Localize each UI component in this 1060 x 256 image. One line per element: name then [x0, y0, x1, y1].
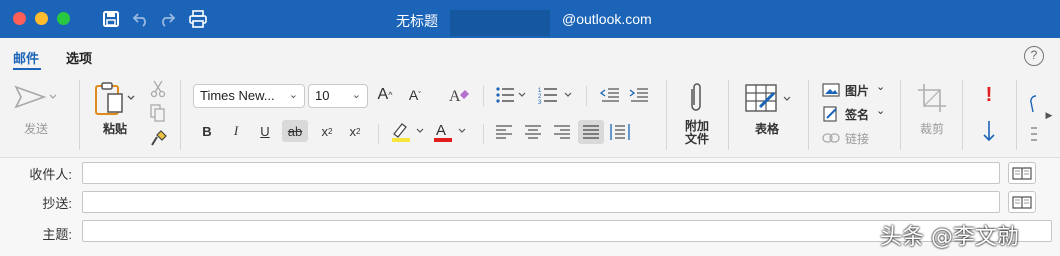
copy-icon[interactable]: [149, 104, 167, 122]
attach-file-label: 附加 文件: [685, 120, 709, 146]
cut-icon[interactable]: [149, 80, 167, 98]
highlight-icon[interactable]: [390, 120, 428, 144]
table-icon[interactable]: [744, 82, 794, 116]
redo-icon[interactable]: [157, 9, 177, 29]
bullets-icon[interactable]: [495, 84, 527, 106]
svg-text:A: A: [449, 88, 461, 105]
ribbon-separator: [962, 80, 963, 150]
title-bar: 无标题 @outlook.com: [0, 0, 1060, 38]
crop-label: 裁剪: [920, 122, 945, 136]
font-size-select[interactable]: 10 ⌄: [308, 84, 368, 108]
highlight-color-swatch: [392, 138, 410, 142]
link-icon[interactable]: [821, 129, 841, 147]
to-field[interactable]: [82, 162, 1000, 184]
ribbon-separator: [728, 80, 729, 150]
ribbon-separator: [483, 124, 484, 144]
account-email: @outlook.com: [562, 11, 652, 27]
send-label: 发送: [24, 122, 49, 136]
address-book-icon[interactable]: [1008, 162, 1036, 184]
ribbon-scroll-right-icon[interactable]: ▶: [1042, 108, 1056, 122]
send-icon[interactable]: [12, 82, 56, 112]
to-label: 收件人:: [29, 167, 72, 182]
watermark: 头条 @李文勍: [880, 225, 1019, 250]
font-size-value: 10: [315, 88, 330, 103]
chevron-down-icon[interactable]: ⌄: [876, 104, 885, 117]
svg-text:3: 3: [538, 100, 542, 105]
ribbon-separator: [378, 124, 379, 144]
chevron-down-icon: ⌄: [351, 89, 361, 101]
ribbon-separator: [666, 80, 667, 150]
active-tab-indicator: [13, 68, 41, 70]
undo-icon[interactable]: [131, 9, 151, 29]
font-color-icon[interactable]: A: [432, 120, 470, 144]
grow-font-glyph: A: [377, 86, 389, 103]
crop-icon[interactable]: [914, 82, 950, 114]
print-icon[interactable]: [188, 9, 208, 29]
overflow-tool-icon[interactable]: [1026, 88, 1040, 148]
paste-label: 粘贴: [103, 122, 128, 136]
superscript-button[interactable]: x2: [344, 120, 366, 142]
ribbon-separator: [1016, 80, 1017, 150]
tab-mail[interactable]: 邮件: [13, 48, 39, 67]
window-title: 无标题: [396, 13, 438, 29]
signature-label[interactable]: 签名: [845, 106, 869, 123]
font-name-select[interactable]: Times New... ⌄: [193, 84, 305, 108]
increase-indent-icon[interactable]: [628, 84, 650, 106]
tab-options[interactable]: 选项: [66, 48, 92, 67]
chevron-down-icon: ⌄: [288, 89, 298, 101]
paperclip-icon[interactable]: [684, 80, 708, 116]
cc-field[interactable]: [82, 191, 1000, 213]
font-color-swatch: [434, 138, 452, 142]
table-label: 表格: [755, 122, 780, 136]
justify-icon[interactable]: [578, 120, 604, 144]
clear-formatting-icon[interactable]: A: [447, 84, 471, 106]
picture-icon[interactable]: [821, 81, 841, 99]
minimize-window-button[interactable]: [35, 12, 48, 25]
shrink-font-button[interactable]: Aˇ: [404, 84, 426, 106]
underline-button[interactable]: U: [255, 120, 275, 142]
format-painter-icon[interactable]: [149, 128, 169, 148]
close-window-button[interactable]: [13, 12, 26, 25]
decrease-indent-icon[interactable]: [599, 84, 621, 106]
grow-font-button[interactable]: A ^: [374, 84, 396, 106]
strikethrough-button[interactable]: ab: [282, 120, 308, 142]
align-right-icon[interactable]: [552, 122, 572, 142]
svg-text:A: A: [436, 122, 446, 139]
attach-file-label-line1: 附加: [685, 119, 710, 133]
italic-button[interactable]: I: [226, 120, 246, 142]
ribbon-tab-bar: 邮件 选项 ?: [0, 38, 1060, 74]
distributed-align-icon[interactable]: [608, 122, 632, 142]
help-button[interactable]: ?: [1024, 46, 1044, 66]
paste-icon[interactable]: [92, 80, 138, 116]
save-icon[interactable]: [101, 9, 121, 29]
superscript-mark: 2: [356, 126, 361, 136]
align-center-icon[interactable]: [523, 122, 543, 142]
low-importance-icon[interactable]: [980, 118, 998, 144]
font-name-value: Times New...: [200, 88, 275, 103]
ribbon-separator: [180, 80, 181, 150]
ribbon-separator: [79, 80, 80, 150]
redacted-region: [450, 10, 550, 36]
subject-label: 主题:: [42, 227, 72, 242]
zoom-window-button[interactable]: [57, 12, 70, 25]
ribbon-separator: [586, 86, 587, 106]
bold-button[interactable]: B: [197, 120, 217, 142]
signature-icon[interactable]: [821, 105, 841, 123]
chevron-down-icon[interactable]: ⌄: [876, 80, 885, 93]
link-label: 链接: [845, 132, 870, 146]
ribbon-separator: [483, 86, 484, 106]
ribbon-separator: [900, 80, 901, 150]
picture-label[interactable]: 图片: [845, 82, 869, 99]
attach-file-label-line2: 文件: [685, 132, 710, 146]
ribbon: 发送 粘贴 Times New... ⌄ 10 ⌄ A ^ Aˇ A 123 B…: [0, 74, 1060, 158]
address-book-icon[interactable]: [1008, 191, 1036, 213]
cc-label: 抄送:: [42, 196, 72, 211]
shrink-font-glyph: A: [408, 87, 419, 103]
align-left-icon[interactable]: [494, 122, 514, 142]
high-importance-icon[interactable]: !: [980, 82, 998, 108]
subscript-mark: 2: [328, 126, 333, 136]
subscript-button[interactable]: x2: [316, 120, 338, 142]
ribbon-separator: [808, 80, 809, 150]
numbering-icon[interactable]: 123: [538, 84, 574, 106]
